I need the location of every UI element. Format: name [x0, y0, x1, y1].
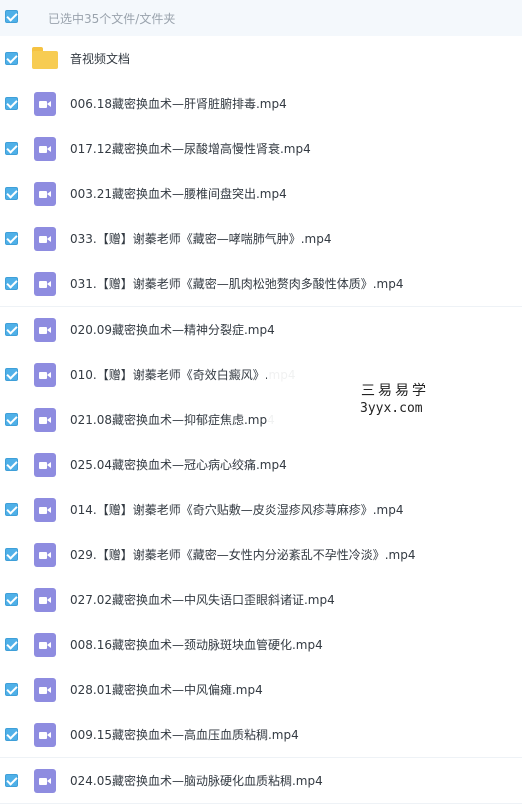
row-checkbox[interactable] [5, 232, 18, 246]
file-row[interactable]: 020.09藏密换血术—精神分裂症.mp4 [0, 306, 522, 353]
row-checkbox[interactable] [5, 638, 18, 652]
file-row[interactable]: 027.02藏密换血术—中风失语口歪眼斜诸证.mp4 [0, 577, 522, 624]
video-file-icon [34, 92, 56, 116]
file-name: 027.02藏密换血术—中风失语口歪眼斜诸证.mp4 [70, 593, 335, 608]
file-name: 031.【赠】谢蓁老师《藏密—肌肉松弛赘肉多酸性体质》.mp4 [70, 277, 404, 292]
file-name: 024.05藏密换血术—脑动脉硬化血质粘稠.mp4 [70, 773, 323, 788]
file-row[interactable]: 009.15藏密换血术—高血压血质粘稠.mp4 [0, 712, 522, 759]
video-file-icon [34, 633, 56, 658]
file-row[interactable]: 014.【赠】谢蓁老师《奇穴贴敷—皮炎湿疹风疹荨麻疹》.mp4 [0, 486, 522, 533]
folder-row[interactable]: 音视频文档 [0, 36, 522, 82]
file-name: 025.04藏密换血术—冠心病心绞痛.mp4 [70, 457, 287, 472]
row-checkbox[interactable] [5, 773, 18, 787]
file-row[interactable]: 008.16藏密换血术—颈动脉斑块血管硬化.mp4 [0, 622, 522, 669]
video-file-icon [34, 317, 56, 342]
video-file-icon [34, 678, 56, 703]
file-row[interactable]: 028.01藏密换血术—中风偏瘫.mp4 [0, 667, 522, 714]
row-checkbox[interactable] [5, 593, 18, 607]
row-checkbox[interactable] [5, 412, 18, 426]
video-file-icon [34, 588, 56, 613]
file-row[interactable]: 024.05藏密换血术—脑动脉硬化血质粘稠.mp4 [0, 757, 522, 804]
row-checkbox[interactable] [5, 97, 18, 110]
video-file-icon [34, 362, 56, 387]
watermark: 三易易学 3yyx.com [267, 368, 450, 424]
file-row[interactable]: 029.【赠】谢蓁老师《藏密—女性内分泌紊乱不孕性冷淡》.mp4 [0, 532, 522, 578]
row-checkbox[interactable] [5, 52, 18, 65]
file-name: 033.【赠】谢蓁老师《藏密—哮喘肺气肿》.mp4 [70, 232, 332, 247]
video-file-icon [34, 723, 56, 748]
row-checkbox[interactable] [5, 683, 18, 697]
file-name: 008.16藏密换血术—颈动脉斑块血管硬化.mp4 [70, 638, 323, 653]
row-checkbox[interactable] [5, 277, 18, 291]
folder-name: 音视频文档 [70, 52, 131, 66]
row-checkbox[interactable] [5, 187, 18, 201]
file-name: 017.12藏密换血术—尿酸增高慢性肾衰.mp4 [70, 142, 311, 157]
row-checkbox[interactable] [5, 367, 18, 381]
file-row[interactable]: 017.12藏密换血术—尿酸增高慢性肾衰.mp4 [0, 126, 522, 173]
file-row[interactable]: 025.04藏密换血术—冠心病心绞痛.mp4 [0, 441, 522, 488]
row-checkbox[interactable] [5, 728, 18, 742]
row-checkbox[interactable] [5, 457, 18, 471]
file-row[interactable]: 031.【赠】谢蓁老师《藏密—肌肉松弛赘肉多酸性体质》.mp4 [0, 261, 522, 308]
watermark-site-name: 三易易学 [361, 383, 429, 399]
file-name: 006.18藏密换血术—肝肾脏腑排毒.mp4 [70, 97, 287, 111]
row-checkbox[interactable] [5, 142, 18, 156]
video-file-icon [34, 137, 56, 162]
video-file-icon [34, 543, 56, 567]
video-file-icon [34, 182, 56, 207]
file-name: 028.01藏密换血术—中风偏瘫.mp4 [70, 683, 263, 698]
file-name: 010.【赠】谢蓁老师《奇效白癜风》.mp4 [70, 367, 296, 382]
video-file-icon [34, 452, 56, 477]
file-row[interactable]: 006.18藏密换血术—肝肾脏腑排毒.mp4 [0, 81, 522, 127]
file-name: 014.【赠】谢蓁老师《奇穴贴敷—皮炎湿疹风疹荨麻疹》.mp4 [70, 502, 404, 517]
select-all-checkbox[interactable] [5, 10, 18, 23]
file-name: 020.09藏密换血术—精神分裂症.mp4 [70, 322, 275, 337]
video-file-icon [34, 227, 56, 252]
file-row[interactable]: 003.21藏密换血术—腰椎间盘突出.mp4 [0, 171, 522, 218]
selection-header: 已选中35个文件/文件夹 [0, 0, 522, 37]
video-file-icon [34, 272, 56, 297]
selection-count-label: 已选中35个文件/文件夹 [48, 12, 176, 26]
file-name: 009.15藏密换血术—高血压血质粘稠.mp4 [70, 728, 299, 743]
file-row[interactable]: 033.【赠】谢蓁老师《藏密—哮喘肺气肿》.mp4 [0, 216, 522, 263]
file-name: 021.08藏密换血术—抑郁症焦虑.mp4 [70, 412, 275, 427]
video-file-icon [34, 768, 56, 793]
row-checkbox[interactable] [5, 548, 18, 561]
row-checkbox[interactable] [5, 502, 18, 516]
file-name: 029.【赠】谢蓁老师《藏密—女性内分泌紊乱不孕性冷淡》.mp4 [70, 548, 416, 562]
folder-icon [32, 47, 58, 69]
video-file-icon [34, 497, 56, 522]
watermark-site-url: 3yyx.com [360, 401, 423, 416]
row-checkbox[interactable] [5, 322, 18, 336]
file-name: 003.21藏密换血术—腰椎间盘突出.mp4 [70, 187, 287, 202]
video-file-icon [34, 407, 56, 432]
